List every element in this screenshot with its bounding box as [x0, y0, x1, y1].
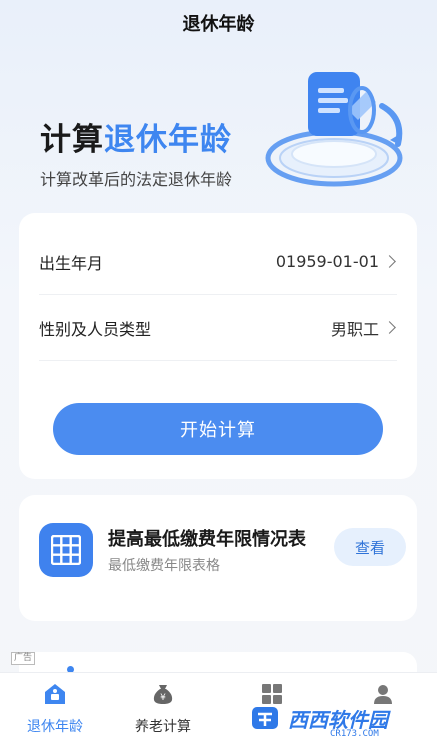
min-contribution-subtitle: 最低缴费年限表格 [108, 558, 220, 574]
person-type-value: 男职工 [330, 319, 379, 339]
ad-tag: 广告 [11, 652, 36, 665]
calculator-illustration-icon [265, 72, 403, 187]
tab-retirement-age[interactable]: 退休年龄 [10, 681, 100, 736]
birth-date-row[interactable]: 出生年月 01959-01-01 [39, 229, 397, 295]
page-title: 退休年龄 [182, 14, 255, 35]
watermark-logo-icon [252, 707, 278, 729]
birth-date-value: 01959-01-01 [275, 252, 379, 271]
table-grid-icon [39, 523, 93, 577]
svg-text:¥: ¥ [160, 693, 166, 703]
chevron-right-icon [383, 321, 396, 334]
hero-title-plain: 计算 [40, 122, 104, 158]
hero-subtitle: 计算改革后的法定退休年龄 [40, 170, 233, 189]
start-calculation-button[interactable]: 开始计算 [53, 403, 383, 455]
birth-date-label: 出生年月 [39, 253, 104, 273]
person-type-label: 性别及人员类型 [39, 319, 152, 339]
money-bag-icon: ¥ [150, 681, 176, 707]
tab-label: 退休年龄 [27, 719, 83, 735]
view-button[interactable]: 查看 [334, 528, 406, 566]
hero-title: 计算退休年龄 [40, 114, 232, 159]
person-type-value-group: 男职工 [331, 316, 397, 340]
chevron-right-icon [383, 255, 396, 268]
min-contribution-title: 提高最低缴费年限情况表 [108, 529, 306, 550]
tab-pension-calc[interactable]: ¥ 养老计算 [118, 681, 208, 736]
retirement-form-card: 出生年月 01959-01-01 性别及人员类型 男职工 开始计算 [19, 213, 417, 479]
tab-label: 养老计算 [135, 719, 191, 735]
person-type-row[interactable]: 性别及人员类型 男职工 [39, 295, 397, 361]
retire-icon [42, 681, 68, 707]
hero-title-accent: 退休年龄 [104, 122, 232, 158]
birth-date-value-group: 01959-01-01 [276, 252, 397, 271]
watermark-subtext: CR173.COM [330, 729, 379, 739]
min-contribution-card[interactable]: 提高最低缴费年限情况表 最低缴费年限表格 查看 [19, 495, 417, 621]
